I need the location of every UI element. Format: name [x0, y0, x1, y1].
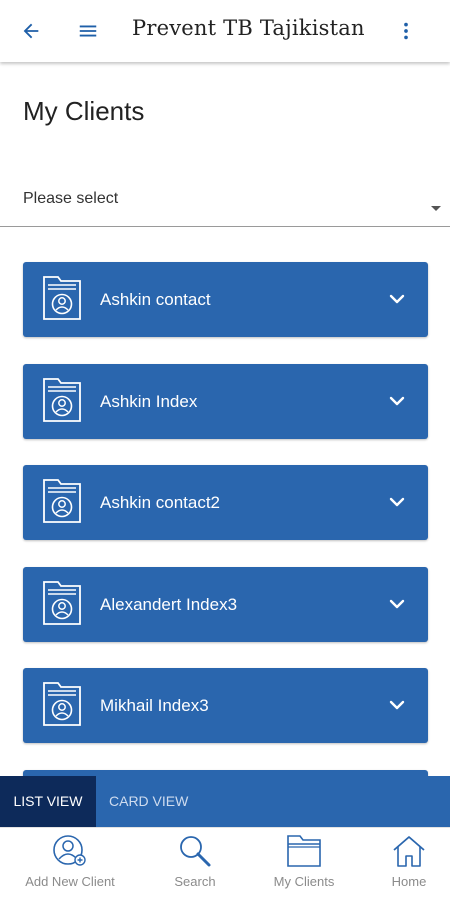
- client-folder-icon: [43, 479, 81, 523]
- client-card[interactable]: Ashkin contact2: [23, 465, 428, 540]
- app-title: Prevent TB Tajikistan: [132, 16, 365, 40]
- nav-label: Search: [174, 874, 216, 889]
- nav-add-new-client[interactable]: Add New Client: [14, 828, 126, 900]
- nav-my-clients[interactable]: My Clients: [264, 828, 344, 900]
- nav-search[interactable]: Search: [160, 828, 230, 900]
- client-name: Ashkin contact: [100, 290, 211, 309]
- client-name: Mikhail Index3: [100, 696, 209, 715]
- nav-label: Add New Client: [25, 874, 115, 889]
- dropdown-caret-icon: [431, 206, 441, 211]
- client-name: Alexandert Index3: [100, 594, 238, 614]
- home-icon: [393, 836, 425, 867]
- nav-label: My Clients: [273, 874, 335, 889]
- app-bar: Prevent TB Tajikistan: [0, 0, 450, 62]
- chevron-down-icon[interactable]: [387, 291, 407, 307]
- client-filter-select[interactable]: Please select: [0, 180, 450, 227]
- view-toggle-bar: LIST VIEW CARD VIEW: [0, 776, 450, 827]
- back-arrow-icon[interactable]: [14, 14, 48, 48]
- chevron-down-icon[interactable]: [387, 596, 407, 612]
- more-vert-icon[interactable]: [389, 14, 423, 48]
- chevron-down-icon[interactable]: [387, 494, 407, 510]
- bottom-navigation: Add New Client Search My Clients Home: [0, 827, 450, 900]
- client-name: Ashkin Index: [100, 391, 198, 411]
- client-folder-icon: [43, 377, 81, 422]
- hamburger-menu-icon[interactable]: [71, 14, 105, 48]
- client-card[interactable]: Ashkin contact: [23, 262, 428, 337]
- client-folder-icon: [43, 682, 81, 726]
- select-value: Please select: [23, 190, 119, 207]
- folder-icon: [287, 835, 321, 867]
- client-folder-icon: [43, 276, 81, 320]
- client-name: Ashkin contact2: [100, 493, 221, 512]
- card-view-tab[interactable]: CARD VIEW: [109, 776, 188, 827]
- chevron-down-icon[interactable]: [387, 697, 407, 713]
- client-card[interactable]: Mikhail Index3: [23, 668, 428, 743]
- search-icon: [180, 836, 211, 867]
- client-card[interactable]: Ashkin Index: [23, 363, 428, 439]
- page-title: My Clients: [23, 96, 145, 126]
- client-folder-icon: [43, 580, 81, 625]
- chevron-down-icon[interactable]: [387, 393, 407, 409]
- add-client-icon: [53, 835, 86, 866]
- client-card[interactable]: Alexandert Index3: [23, 566, 428, 642]
- nav-home[interactable]: Home: [378, 828, 440, 900]
- nav-label: Home: [391, 874, 427, 889]
- list-view-tab[interactable]: LIST VIEW: [0, 776, 96, 827]
